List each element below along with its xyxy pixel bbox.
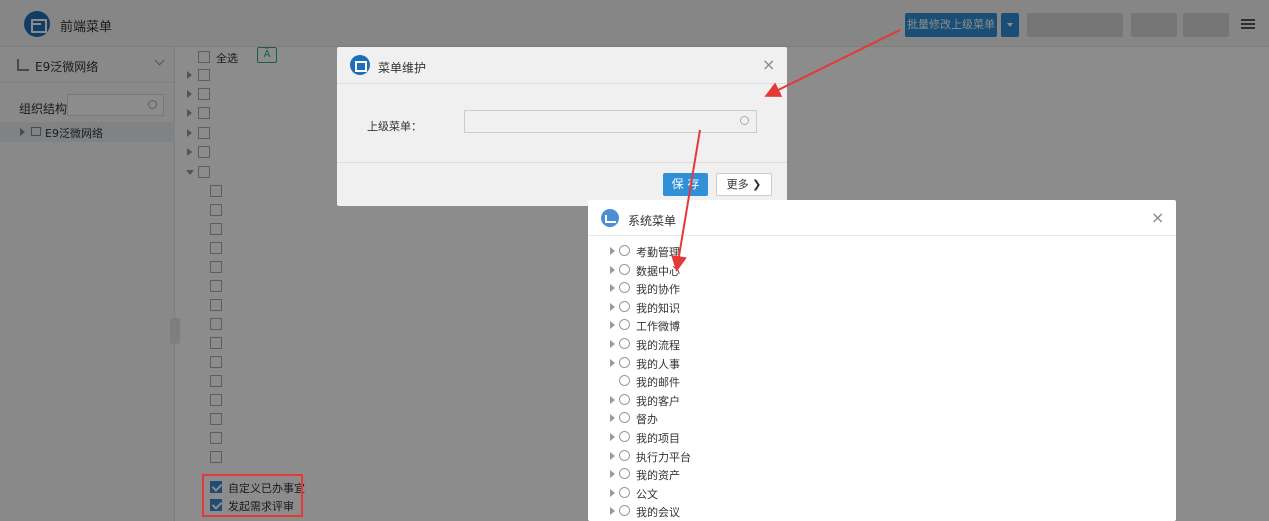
system-menu-item-label: 我的客户 [636,394,680,408]
menu-maintenance-dialog: 菜单维护 × 上级菜单： 保 存 更多 ❯ [337,47,787,206]
menu-app-icon [350,55,370,75]
system-menu-item-label: 考勤管理 [636,246,680,259]
system-menu-item-label: 我的知识 [636,301,680,315]
expand-arrow-icon[interactable] [610,321,615,330]
radio-button[interactable] [619,412,630,424]
close-icon[interactable]: × [762,57,775,73]
system-menu-dialog: 系统菜单 × 考勤管理数据中心我的协作我的知识工作微博我的流程我的人事我的邮件我… [588,200,1176,521]
radio-button[interactable] [619,449,630,461]
system-menu-item-label: 我的会议 [636,506,680,520]
dialog-title: 系统菜单 [628,214,677,228]
system-menu-item-label: 我的人事 [636,357,680,371]
system-menu-item-label: 工作微博 [636,320,680,334]
system-menu-item-label: 我的项目 [636,432,680,445]
save-button[interactable]: 保 存 [663,173,708,196]
expand-arrow-icon[interactable] [610,451,615,460]
radio-button[interactable] [619,338,630,349]
expand-arrow-icon[interactable] [610,507,615,516]
radio-button[interactable] [619,375,630,387]
expand-arrow-icon[interactable] [610,488,615,497]
system-menu-item-label: 督办 [636,413,658,427]
divider [337,162,787,163]
close-icon[interactable]: × [1151,210,1164,226]
dialog-title: 菜单维护 [378,61,427,75]
system-menu-item-label: 执行力平台 [636,450,691,464]
expand-arrow-icon[interactable] [610,358,615,367]
expand-arrow-icon[interactable] [610,433,615,441]
system-menu-item-label: 我的邮件 [636,376,680,390]
radio-button[interactable] [619,393,630,405]
dialog-header: 系统菜单 × [588,200,1176,236]
system-menu-item-label: 数据中心 [636,264,680,278]
search-icon[interactable] [740,116,749,125]
radio-button[interactable] [619,300,630,312]
system-menu-item-label: 公文 [636,487,658,501]
radio-button[interactable] [619,505,630,517]
system-menu-item-label: 我的协作 [636,283,680,297]
expand-arrow-icon[interactable] [610,395,615,404]
more-button[interactable]: 更多 ❯ [716,173,772,196]
radio-button[interactable] [619,486,630,498]
dialog-header: 菜单维护 × [337,47,787,84]
expand-arrow-icon[interactable] [610,265,615,274]
radio-button[interactable] [619,431,630,442]
system-menu-item-label: 我的流程 [636,339,680,352]
parent-menu-label: 上级菜单： [367,120,422,133]
expand-arrow-icon[interactable] [610,340,615,348]
radio-button[interactable] [619,245,630,256]
system-menu-item-label: 我的资产 [636,469,680,483]
org-chart-icon [601,209,619,227]
expand-arrow-icon[interactable] [610,302,615,311]
expand-arrow-icon[interactable] [610,284,615,293]
radio-button[interactable] [619,319,630,331]
annotation-highlight-box [202,474,303,517]
radio-button[interactable] [619,356,630,368]
radio-button[interactable] [619,263,630,275]
radio-button[interactable] [619,282,630,294]
radio-button[interactable] [619,468,630,480]
parent-menu-input[interactable] [464,110,757,133]
expand-arrow-icon[interactable] [610,470,615,479]
expand-arrow-icon[interactable] [610,414,615,423]
expand-arrow-icon[interactable] [610,247,615,255]
